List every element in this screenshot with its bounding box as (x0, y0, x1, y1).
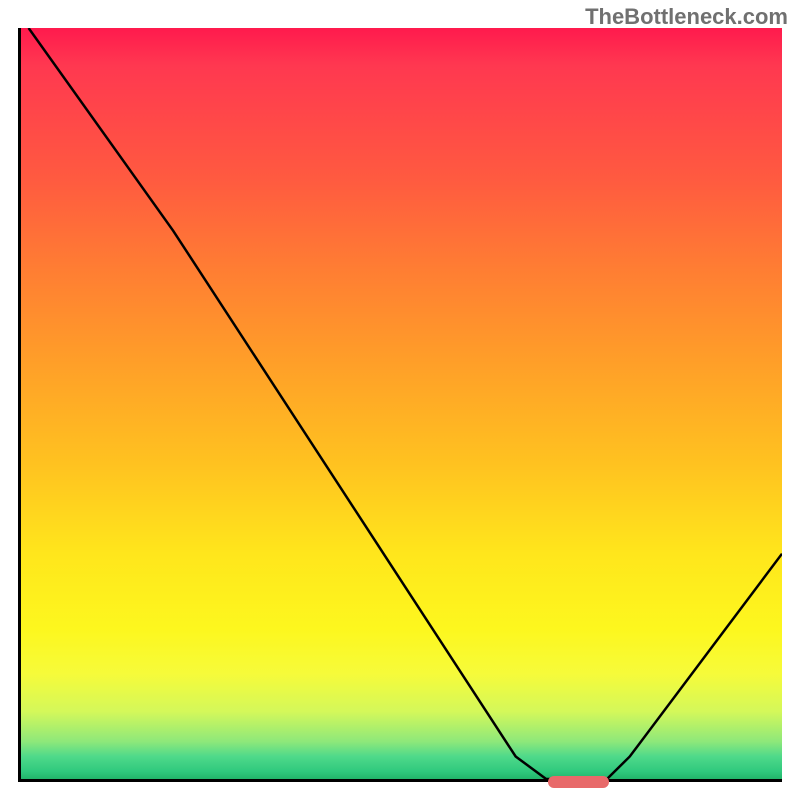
watermark-text: TheBottleneck.com (585, 4, 788, 30)
plot-area (18, 28, 782, 782)
curve-line (29, 28, 782, 779)
curve-svg (21, 28, 782, 779)
chart-container: TheBottleneck.com (0, 0, 800, 800)
optimal-marker (548, 776, 609, 788)
